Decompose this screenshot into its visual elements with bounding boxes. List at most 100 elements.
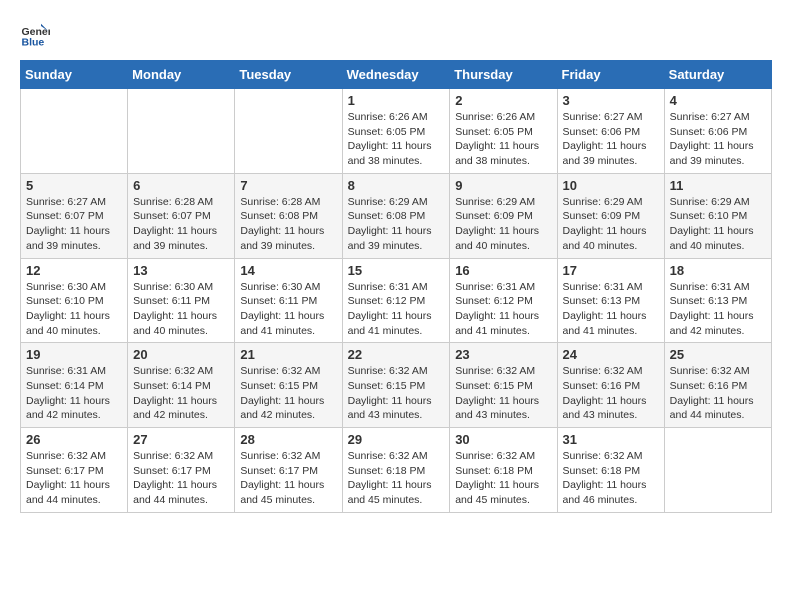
day-number: 9: [455, 178, 551, 193]
calendar-cell: 23Sunrise: 6:32 AMSunset: 6:15 PMDayligh…: [450, 343, 557, 428]
weekday-header: Sunday: [21, 61, 128, 89]
day-info: Sunrise: 6:30 AMSunset: 6:11 PMDaylight:…: [240, 280, 336, 339]
day-number: 20: [133, 347, 229, 362]
day-info: Sunrise: 6:29 AMSunset: 6:10 PMDaylight:…: [670, 195, 766, 254]
day-info: Sunrise: 6:32 AMSunset: 6:18 PMDaylight:…: [348, 449, 445, 508]
calendar-cell: 20 Sunrise: 6:32 AMSunset: 6:14 PMDayligh…: [128, 343, 235, 428]
calendar-cell: 12Sunrise: 6:30 AMSunset: 6:10 PMDayligh…: [21, 258, 128, 343]
day-number: 18: [670, 263, 766, 278]
weekday-header: Friday: [557, 61, 664, 89]
day-info: Sunrise: 6:27 AMSunset: 6:06 PMDaylight:…: [563, 110, 659, 169]
day-number: 10: [563, 178, 659, 193]
day-info: Sunrise: 6:31 AMSunset: 6:14 PMDaylight:…: [26, 364, 122, 423]
calendar-cell: 7 Sunrise: 6:28 AMSunset: 6:08 PMDaylight…: [235, 173, 342, 258]
calendar-week-row: 1 Sunrise: 6:26 AMSunset: 6:05 PMDaylight…: [21, 89, 772, 174]
calendar-cell: 18 Sunrise: 6:31 AMSunset: 6:13 PMDayligh…: [664, 258, 771, 343]
calendar-cell: 29 Sunrise: 6:32 AMSunset: 6:18 PMDayligh…: [342, 428, 450, 513]
day-number: 30: [455, 432, 551, 447]
day-info: Sunrise: 6:32 AMSunset: 6:18 PMDaylight:…: [563, 449, 659, 508]
day-number: 27: [133, 432, 229, 447]
logo: General Blue: [20, 20, 50, 50]
calendar-week-row: 5Sunrise: 6:27 AMSunset: 6:07 PMDaylight…: [21, 173, 772, 258]
weekday-header: Wednesday: [342, 61, 450, 89]
day-info: Sunrise: 6:32 AMSunset: 6:17 PMDaylight:…: [26, 449, 122, 508]
calendar-cell: 31 Sunrise: 6:32 AMSunset: 6:18 PMDayligh…: [557, 428, 664, 513]
calendar-cell: 3 Sunrise: 6:27 AMSunset: 6:06 PMDaylight…: [557, 89, 664, 174]
calendar-cell: 25 Sunrise: 6:32 AMSunset: 6:16 PMDayligh…: [664, 343, 771, 428]
day-info: Sunrise: 6:26 AMSunset: 6:05 PMDaylight:…: [455, 110, 551, 169]
day-number: 3: [563, 93, 659, 108]
day-number: 22: [348, 347, 445, 362]
calendar-cell: 17 Sunrise: 6:31 AMSunset: 6:13 PMDayligh…: [557, 258, 664, 343]
day-info: Sunrise: 6:32 AMSunset: 6:15 PMDaylight:…: [240, 364, 336, 423]
day-number: 25: [670, 347, 766, 362]
day-number: 24: [563, 347, 659, 362]
day-number: 21: [240, 347, 336, 362]
calendar-cell: 10 Sunrise: 6:29 AMSunset: 6:09 PMDayligh…: [557, 173, 664, 258]
day-number: 11: [670, 178, 766, 193]
calendar-cell: 8Sunrise: 6:29 AMSunset: 6:08 PMDaylight…: [342, 173, 450, 258]
weekday-header-row: SundayMondayTuesdayWednesdayThursdayFrid…: [21, 61, 772, 89]
calendar-cell: [235, 89, 342, 174]
day-number: 16: [455, 263, 551, 278]
calendar-cell: 24Sunrise: 6:32 AMSunset: 6:16 PMDayligh…: [557, 343, 664, 428]
calendar-week-row: 19Sunrise: 6:31 AMSunset: 6:14 PMDayligh…: [21, 343, 772, 428]
calendar-cell: 9 Sunrise: 6:29 AMSunset: 6:09 PMDaylight…: [450, 173, 557, 258]
calendar-cell: 14 Sunrise: 6:30 AMSunset: 6:11 PMDayligh…: [235, 258, 342, 343]
day-info: Sunrise: 6:31 AMSunset: 6:13 PMDaylight:…: [563, 280, 659, 339]
day-info: Sunrise: 6:32 AMSunset: 6:18 PMDaylight:…: [455, 449, 551, 508]
day-info: Sunrise: 6:32 AMSunset: 6:14 PMDaylight:…: [133, 364, 229, 423]
calendar-cell: 11 Sunrise: 6:29 AMSunset: 6:10 PMDayligh…: [664, 173, 771, 258]
calendar-cell: 21 Sunrise: 6:32 AMSunset: 6:15 PMDayligh…: [235, 343, 342, 428]
day-info: Sunrise: 6:32 AMSunset: 6:16 PMDaylight:…: [670, 364, 766, 423]
day-info: Sunrise: 6:29 AMSunset: 6:09 PMDaylight:…: [455, 195, 551, 254]
day-number: 31: [563, 432, 659, 447]
day-number: 4: [670, 93, 766, 108]
calendar-cell: [128, 89, 235, 174]
header: General Blue: [20, 20, 772, 50]
day-info: Sunrise: 6:32 AMSunset: 6:15 PMDaylight:…: [455, 364, 551, 423]
calendar-table: SundayMondayTuesdayWednesdayThursdayFrid…: [20, 60, 772, 513]
calendar-cell: [21, 89, 128, 174]
day-number: 17: [563, 263, 659, 278]
calendar-cell: 27Sunrise: 6:32 AMSunset: 6:17 PMDayligh…: [128, 428, 235, 513]
calendar-cell: 30 Sunrise: 6:32 AMSunset: 6:18 PMDayligh…: [450, 428, 557, 513]
day-number: 8: [348, 178, 445, 193]
day-number: 1: [348, 93, 445, 108]
calendar-cell: 28Sunrise: 6:32 AMSunset: 6:17 PMDayligh…: [235, 428, 342, 513]
day-info: Sunrise: 6:28 AMSunset: 6:07 PMDaylight:…: [133, 195, 229, 254]
day-info: Sunrise: 6:27 AMSunset: 6:06 PMDaylight:…: [670, 110, 766, 169]
calendar-cell: 5Sunrise: 6:27 AMSunset: 6:07 PMDaylight…: [21, 173, 128, 258]
calendar-cell: 6 Sunrise: 6:28 AMSunset: 6:07 PMDaylight…: [128, 173, 235, 258]
day-number: 14: [240, 263, 336, 278]
day-number: 2: [455, 93, 551, 108]
day-number: 7: [240, 178, 336, 193]
day-info: Sunrise: 6:32 AMSunset: 6:17 PMDaylight:…: [240, 449, 336, 508]
day-number: 29: [348, 432, 445, 447]
day-info: Sunrise: 6:31 AMSunset: 6:13 PMDaylight:…: [670, 280, 766, 339]
day-number: 5: [26, 178, 122, 193]
calendar-cell: 2 Sunrise: 6:26 AMSunset: 6:05 PMDaylight…: [450, 89, 557, 174]
day-info: Sunrise: 6:31 AMSunset: 6:12 PMDaylight:…: [348, 280, 445, 339]
calendar-cell: 13Sunrise: 6:30 AMSunset: 6:11 PMDayligh…: [128, 258, 235, 343]
calendar-cell: 4 Sunrise: 6:27 AMSunset: 6:06 PMDaylight…: [664, 89, 771, 174]
calendar-cell: 19Sunrise: 6:31 AMSunset: 6:14 PMDayligh…: [21, 343, 128, 428]
weekday-header: Saturday: [664, 61, 771, 89]
calendar-week-row: 26 Sunrise: 6:32 AMSunset: 6:17 PMDayligh…: [21, 428, 772, 513]
calendar-week-row: 12Sunrise: 6:30 AMSunset: 6:10 PMDayligh…: [21, 258, 772, 343]
weekday-header: Tuesday: [235, 61, 342, 89]
svg-text:Blue: Blue: [22, 37, 45, 49]
day-number: 6: [133, 178, 229, 193]
day-info: Sunrise: 6:32 AMSunset: 6:15 PMDaylight:…: [348, 364, 445, 423]
calendar-cell: 22 Sunrise: 6:32 AMSunset: 6:15 PMDayligh…: [342, 343, 450, 428]
day-number: 15: [348, 263, 445, 278]
day-number: 26: [26, 432, 122, 447]
calendar-cell: 16 Sunrise: 6:31 AMSunset: 6:12 PMDayligh…: [450, 258, 557, 343]
day-number: 12: [26, 263, 122, 278]
day-info: Sunrise: 6:28 AMSunset: 6:08 PMDaylight:…: [240, 195, 336, 254]
day-info: Sunrise: 6:26 AMSunset: 6:05 PMDaylight:…: [348, 110, 445, 169]
logo-icon: General Blue: [20, 20, 50, 50]
weekday-header: Monday: [128, 61, 235, 89]
day-info: Sunrise: 6:29 AMSunset: 6:09 PMDaylight:…: [563, 195, 659, 254]
day-info: Sunrise: 6:31 AMSunset: 6:12 PMDaylight:…: [455, 280, 551, 339]
